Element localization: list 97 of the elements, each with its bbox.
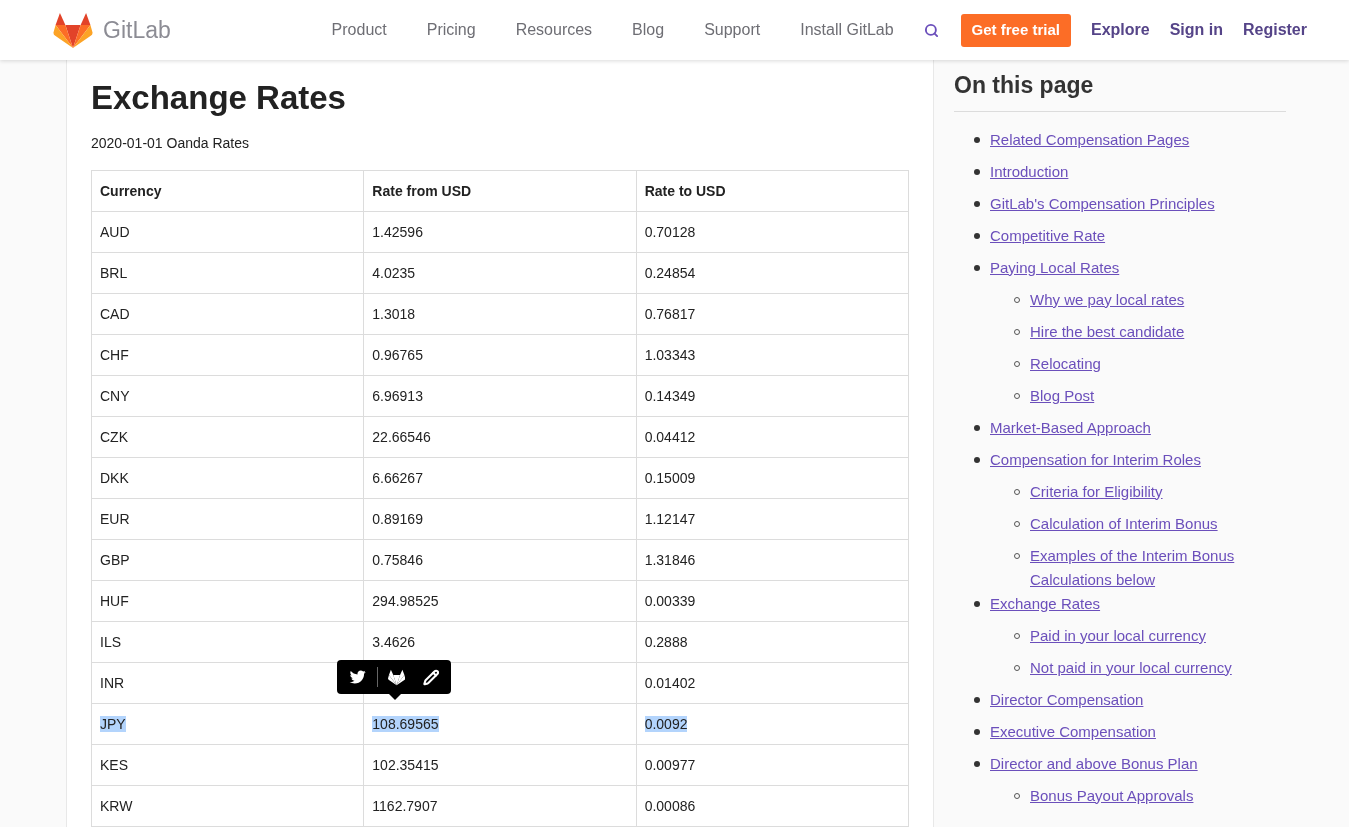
toc-link[interactable]: Paying Local Rates [990, 255, 1120, 280]
bullet-icon [974, 200, 980, 207]
subtitle: 2020-01-01 Oanda Rates [91, 134, 250, 153]
table-cell: EUR [100, 510, 130, 527]
table-cell: CAD [100, 305, 130, 322]
toc-link[interactable]: Blog Post [1030, 383, 1095, 408]
column-header: Rate to USD [636, 170, 909, 212]
nav-link[interactable]: Pricing [426, 18, 476, 42]
page-title: Exchange Rates [91, 78, 347, 118]
table-cell: BRL [100, 264, 128, 281]
table-cell: 1162.7907 [372, 797, 438, 814]
table-cell: 4.0235 [372, 264, 416, 281]
table-cell: 0.00339 [644, 592, 696, 609]
search-icon[interactable] [923, 22, 939, 38]
nav-link[interactable]: Resources [515, 18, 593, 42]
twitter-bird-icon[interactable] [349, 669, 367, 685]
toc-link[interactable]: Market-Based Approach [990, 415, 1151, 440]
edit-icon[interactable] [422, 668, 440, 686]
toc-link[interactable]: Competitive Rate [990, 223, 1106, 248]
bullet-icon [974, 424, 980, 431]
brand-name: GitLab [103, 15, 171, 45]
toc-link[interactable]: Executive Compensation [990, 719, 1156, 744]
toc-link[interactable]: Director and above Bonus Plan [990, 751, 1198, 776]
bullet-icon [974, 600, 980, 607]
nav-link[interactable]: Support [704, 18, 761, 42]
table-cell: 0.70128 [644, 223, 696, 240]
table-cell: 0.04412 [644, 428, 696, 445]
table-cell: 0.76817 [644, 305, 696, 322]
bullet-icon [974, 264, 980, 271]
bullet-icon [974, 696, 980, 703]
nav-link[interactable]: Product [331, 18, 387, 42]
toc-link[interactable]: Not paid in your local currency [1030, 655, 1232, 680]
bullet-icon [974, 232, 980, 239]
table-cell: 6.96913 [372, 387, 423, 404]
column-header: Rate from USD [363, 170, 637, 212]
toc-link[interactable]: Exchange Rates [990, 591, 1101, 616]
nav-link[interactable]: Install GitLab [800, 18, 894, 42]
toc-link[interactable]: Why we pay local rates [1030, 287, 1185, 312]
nav-link[interactable]: Blog [632, 18, 665, 42]
table-cell: DKK [100, 469, 129, 486]
toc-link[interactable]: Calculation of Interim Bonus [1030, 511, 1218, 536]
table-cell: CHF [100, 346, 129, 363]
table-cell: 0.14349 [644, 387, 696, 404]
table-cell: 294.98525 [372, 592, 439, 609]
table-cell: 6.66267 [372, 469, 423, 486]
bullet-icon [974, 136, 980, 143]
table-cell: 102.35415 [372, 756, 439, 773]
toc-link[interactable]: Related Compensation Pages [990, 127, 1190, 152]
table-cell: JPY [100, 715, 126, 732]
table-cell: 1.31846 [644, 551, 696, 568]
table-cell: 3.4626 [372, 633, 416, 650]
toc-link[interactable]: Relocating [1030, 351, 1101, 376]
table-cell: KRW [100, 797, 133, 814]
table-cell: 0.15009 [644, 469, 696, 486]
table-cell: 1.42596 [372, 223, 423, 240]
bullet-icon [974, 728, 980, 735]
table-cell: 0.89169 [372, 510, 423, 527]
toc-link[interactable]: Director Compensation [990, 687, 1144, 712]
header-link[interactable]: Register [1242, 18, 1307, 42]
bullet-icon [974, 168, 980, 175]
table-cell: 0.24854 [644, 264, 696, 281]
table-cell: 0.01402 [644, 674, 696, 691]
table-cell: 0.75846 [372, 551, 423, 568]
table-cell: 108.69565 [372, 715, 439, 732]
table-cell: CNY [100, 387, 130, 404]
column-header: Currency [91, 170, 364, 212]
toc-link[interactable]: Examples of the Interim Bonus Calculations below [1030, 543, 1286, 592]
toc-link[interactable]: Hire the best candidate [1030, 319, 1185, 344]
table-cell: ILS [100, 633, 121, 650]
table-cell: 22.66546 [372, 428, 431, 445]
toc-link[interactable]: Bonus Payout Approvals [1030, 783, 1194, 808]
table-cell: KES [100, 756, 128, 773]
toc-link[interactable]: Criteria for Eligibility [1030, 479, 1163, 504]
header-link[interactable]: Explore [1090, 18, 1150, 42]
bullet-icon [974, 760, 980, 767]
toc-link[interactable]: Introduction [990, 159, 1069, 184]
bullet-icon [974, 456, 980, 463]
header-link[interactable]: Sign in [1169, 18, 1223, 42]
toc-link[interactable]: GitLab's Compensation Principles [990, 191, 1215, 216]
table-cell: 1.3018 [372, 305, 416, 322]
table-cell: 1.12147 [644, 510, 696, 527]
fox-logo-icon [387, 668, 405, 686]
table-cell: 0.96765 [372, 346, 423, 363]
table-cell: GBP [100, 551, 130, 568]
table-cell: 0.0092 [644, 715, 688, 732]
table-cell: CZK [100, 428, 128, 445]
toc-link[interactable]: Paid in your local currency [1030, 623, 1206, 648]
toc-title: On this page [954, 68, 1286, 112]
table-cell: AUD [100, 223, 130, 240]
toc-link[interactable]: Compensation for Interim Roles [990, 447, 1201, 472]
table-cell: 0.00977 [644, 756, 696, 773]
gitlab-logo-icon [53, 11, 93, 49]
table-cell: INR [100, 674, 125, 691]
table-cell: HUF [100, 592, 129, 609]
table-cell: 0.00086 [644, 797, 696, 814]
table-cell: 0.2888 [644, 633, 688, 650]
table-cell: 1.03343 [644, 346, 696, 363]
